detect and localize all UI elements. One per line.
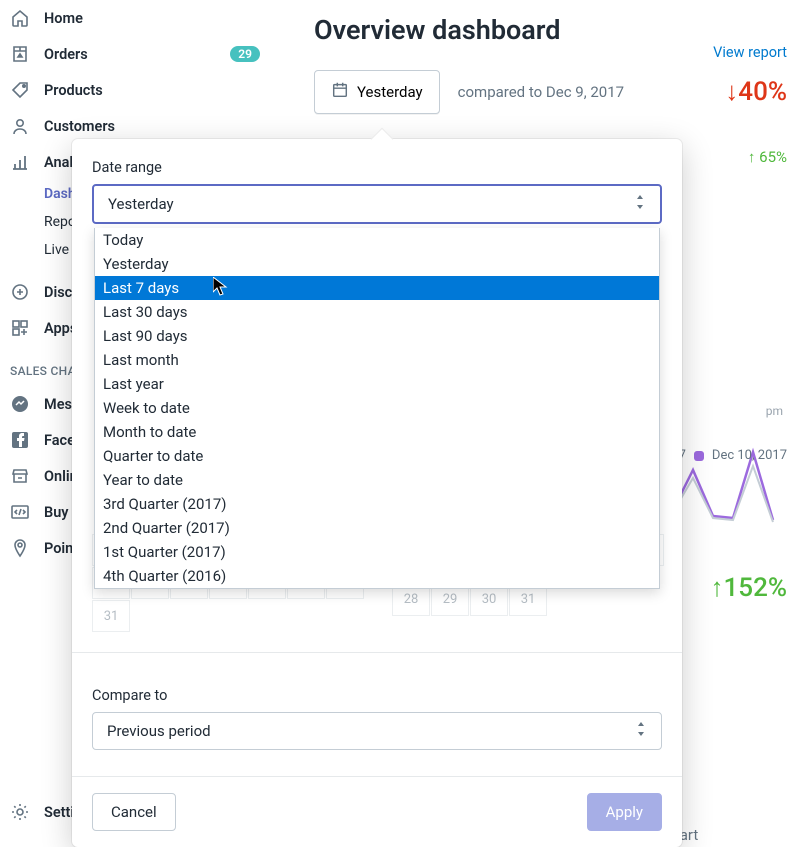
view-report-link[interactable]: View report — [713, 44, 787, 61]
store-icon — [10, 466, 30, 486]
select-value: Previous period — [107, 722, 211, 740]
metric-up-152: ↑152% — [711, 572, 787, 603]
discounts-icon — [10, 282, 30, 302]
date-range-modal: Date range Yesterday TodayYesterdayLast … — [72, 139, 682, 847]
orders-icon — [10, 44, 30, 64]
dropdown-option[interactable]: Quarter to date — [95, 444, 659, 468]
home-icon — [10, 8, 30, 28]
pin-icon — [10, 538, 30, 558]
legend-dot-purple — [694, 451, 704, 461]
date-range-button[interactable]: Yesterday — [314, 70, 440, 114]
date-range-dropdown: TodayYesterdayLast 7 daysLast 30 daysLas… — [94, 228, 660, 589]
customers-icon — [10, 116, 30, 136]
date-range-label: Date range — [92, 159, 662, 176]
dropdown-option[interactable]: Yesterday — [95, 252, 659, 276]
dropdown-option[interactable]: Last 90 days — [95, 324, 659, 348]
select-updown-icon — [635, 722, 647, 740]
metric-up-65: ↑ 65% — [748, 148, 787, 166]
metric-down-40: ↓40% — [725, 76, 787, 107]
dropdown-option[interactable]: Last 30 days — [95, 300, 659, 324]
gear-icon — [10, 802, 30, 822]
dropdown-option[interactable]: 2nd Quarter (2017) — [95, 516, 659, 540]
nav-label: Home — [44, 10, 260, 27]
cancel-button[interactable]: Cancel — [92, 793, 176, 831]
nav-orders[interactable]: Orders 29 — [0, 36, 270, 72]
apps-icon — [10, 318, 30, 338]
analytics-icon — [10, 152, 30, 172]
dropdown-option[interactable]: Last year — [95, 372, 659, 396]
date-button-label: Yesterday — [357, 83, 423, 101]
page-title: Overview dashboard — [314, 14, 785, 46]
dropdown-option[interactable]: 3rd Quarter (2017) — [95, 492, 659, 516]
compare-select[interactable]: Previous period — [92, 712, 662, 750]
code-icon — [10, 502, 30, 522]
dropdown-option[interactable]: Week to date — [95, 396, 659, 420]
dropdown-option[interactable]: Month to date — [95, 420, 659, 444]
compared-text: compared to Dec 9, 2017 — [458, 83, 624, 101]
nav-home[interactable]: Home — [0, 0, 270, 36]
pm-label: pm — [766, 404, 783, 418]
products-icon — [10, 80, 30, 100]
dropdown-option[interactable]: Year to date — [95, 468, 659, 492]
dropdown-option[interactable]: 4th Quarter (2016) — [95, 564, 659, 588]
compare-label: Compare to — [92, 687, 662, 704]
dropdown-option[interactable]: 1st Quarter (2017) — [95, 540, 659, 564]
facebook-icon — [10, 430, 30, 450]
calendar-icon — [331, 81, 349, 103]
nav-products[interactable]: Products — [0, 72, 270, 108]
orders-badge: 29 — [230, 46, 260, 62]
nav-label: Customers — [44, 118, 260, 135]
calendar-day[interactable]: 31 — [92, 600, 130, 632]
dropdown-option[interactable]: Last 7 days — [95, 276, 659, 300]
select-value: Yesterday — [108, 195, 174, 213]
date-compare-row: Yesterday compared to Dec 9, 2017 — [314, 70, 785, 114]
dropdown-option[interactable]: Last month — [95, 348, 659, 372]
nav-label: Orders — [44, 46, 216, 63]
select-updown-icon — [634, 195, 646, 213]
date-range-select[interactable]: Yesterday — [92, 184, 662, 224]
messenger-icon — [10, 394, 30, 414]
apply-button[interactable]: Apply — [587, 793, 662, 831]
dropdown-option[interactable]: Today — [95, 228, 659, 252]
nav-label: Products — [44, 82, 260, 99]
